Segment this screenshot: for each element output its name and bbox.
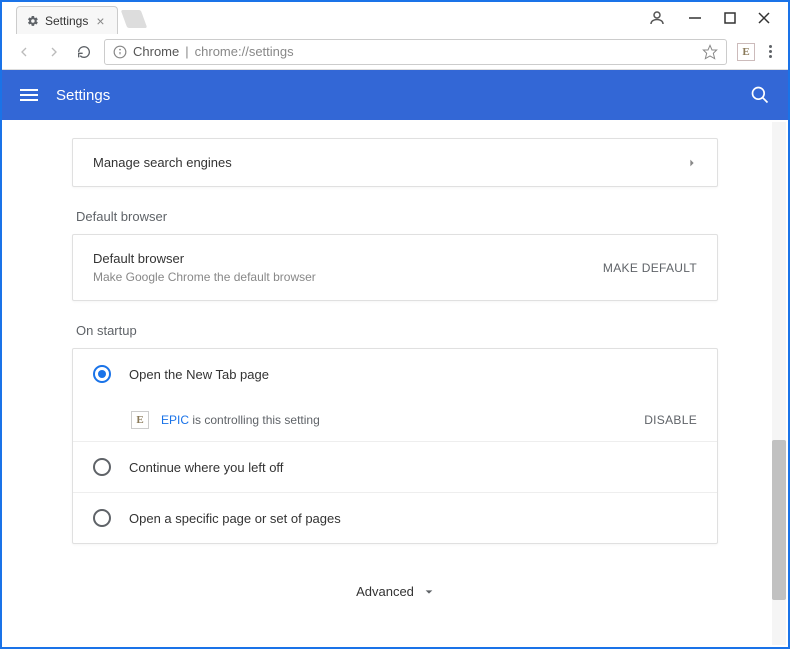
tab-title: Settings [45,14,88,28]
extension-name[interactable]: EPIC [161,413,189,427]
extension-message: is controlling this setting [189,413,320,427]
radio-icon[interactable] [93,509,111,527]
search-icon[interactable] [750,85,770,105]
radio-selected-icon[interactable] [93,365,111,383]
default-browser-section-label: Default browser [76,209,718,224]
extension-icon: E [131,411,149,429]
url-scheme: Chrome [133,44,179,59]
startup-option-specific-label: Open a specific page or set of pages [129,511,341,526]
chrome-menu-button[interactable] [765,45,776,58]
address-bar[interactable]: Chrome | chrome://settings [104,39,727,65]
window-titlebar: Settings × [2,2,788,34]
startup-option-continue-label: Continue where you left off [129,460,283,475]
startup-option-continue[interactable]: Continue where you left off [73,442,717,492]
account-icon[interactable] [648,9,666,27]
settings-content: Manage search engines Default browser De… [2,120,788,647]
new-tab-button[interactable] [120,10,147,28]
radio-icon[interactable] [93,458,111,476]
browser-toolbar: Chrome | chrome://settings E [2,34,788,70]
browser-tab[interactable]: Settings × [16,6,118,34]
chevron-down-icon [424,587,434,597]
default-browser-subtitle: Make Google Chrome the default browser [93,270,316,284]
startup-option-specific[interactable]: Open a specific page or set of pages [73,493,717,543]
info-icon [113,45,127,59]
back-button[interactable] [14,42,34,62]
minimize-icon[interactable] [688,11,702,25]
reload-button[interactable] [74,42,94,62]
make-default-button[interactable]: MAKE DEFAULT [603,261,697,275]
tab-close-icon[interactable]: × [94,13,106,29]
on-startup-section-label: On startup [76,323,718,338]
gear-icon [27,15,39,27]
disable-extension-button[interactable]: DISABLE [644,413,697,427]
default-browser-card: Default browser Make Google Chrome the d… [72,234,718,301]
maximize-icon[interactable] [724,12,736,24]
startup-option-newtab-label: Open the New Tab page [129,367,269,382]
startup-option-newtab[interactable]: Open the New Tab page [73,349,717,399]
settings-title: Settings [56,87,110,104]
manage-search-engines-card[interactable]: Manage search engines [72,138,718,187]
hamburger-menu-icon[interactable] [20,89,38,101]
on-startup-card: Open the New Tab page E EPIC is controll… [72,348,718,544]
url-text: chrome://settings [195,44,294,59]
close-window-icon[interactable] [758,12,770,24]
manage-search-engines-label: Manage search engines [93,155,232,170]
scrollbar-thumb[interactable] [772,440,786,600]
extension-controlling-row: E EPIC is controlling this setting DISAB… [73,399,717,441]
default-browser-title: Default browser [93,251,316,266]
forward-button[interactable] [44,42,64,62]
extension-badge-icon[interactable]: E [737,43,755,61]
advanced-label: Advanced [356,584,414,599]
chevron-right-icon [687,158,697,168]
bookmark-star-icon[interactable] [702,44,718,60]
settings-header: Settings [2,70,788,120]
advanced-toggle[interactable]: Advanced [72,584,718,599]
